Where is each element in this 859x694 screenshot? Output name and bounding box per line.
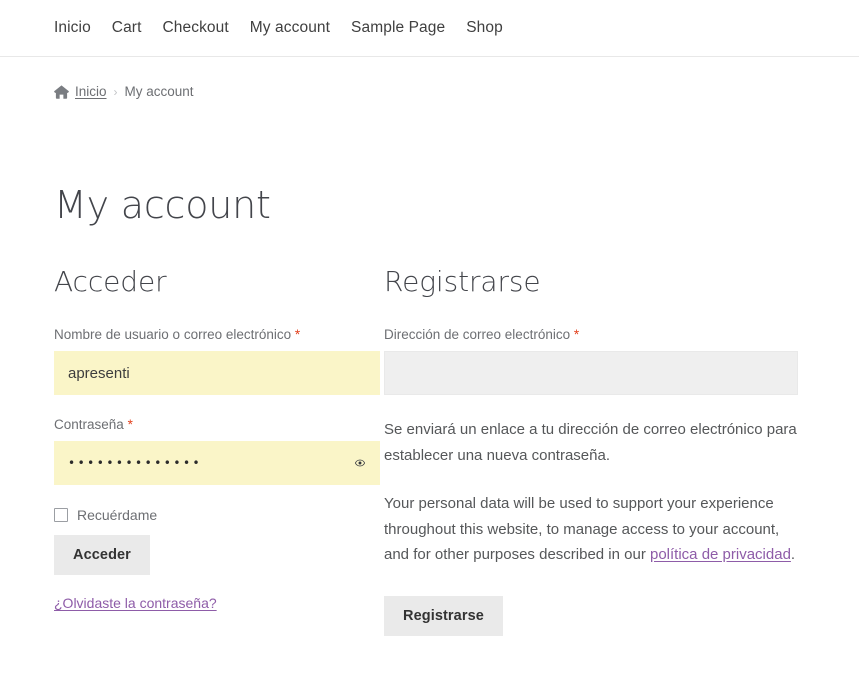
- lost-password-link[interactable]: ¿Olvidaste la contraseña?: [54, 595, 217, 611]
- reset-info-text: Se enviará un enlace a tu dirección de c…: [384, 421, 797, 464]
- nav-link-my-account[interactable]: My account: [250, 19, 351, 36]
- lost-password-row: ¿Olvidaste la contraseña?: [54, 575, 372, 613]
- home-icon[interactable]: [54, 84, 69, 99]
- nav-link-shop[interactable]: Shop: [466, 19, 524, 36]
- email-field-block: Dirección de correo electrónico *: [384, 327, 806, 396]
- password-required-marker: *: [127, 417, 133, 433]
- register-heading: Registrarse: [384, 265, 541, 298]
- register-submit-button[interactable]: Registrarse: [384, 596, 503, 637]
- password-input-wrapper: ••••••••••••••: [54, 441, 380, 486]
- page-title: My account: [54, 183, 271, 227]
- nav-item-checkout[interactable]: Checkout: [162, 19, 249, 37]
- login-section: Acceder Nombre de usuario o correo elect…: [0, 265, 380, 636]
- nav-link-sample-page[interactable]: Sample Page: [351, 19, 466, 36]
- password-input[interactable]: ••••••••••••••: [54, 441, 380, 486]
- breadcrumb-separator: ›: [113, 84, 118, 99]
- login-submit-button[interactable]: Acceder: [54, 535, 150, 576]
- username-label: Nombre de usuario o correo electrónico *: [54, 327, 372, 343]
- breadcrumb: Inicio › My account: [0, 57, 859, 99]
- breadcrumb-link-inicio[interactable]: Inicio: [75, 84, 107, 99]
- password-field-block: Contraseña * ••••••••••••••: [54, 417, 380, 486]
- nav-link-inicio[interactable]: Inicio: [54, 19, 112, 36]
- nav-item-shop[interactable]: Shop: [466, 19, 524, 37]
- username-input[interactable]: [54, 351, 380, 396]
- remember-me-checkbox[interactable]: [54, 508, 68, 523]
- site-header: Inicio Cart Checkout My account Sample P…: [0, 0, 859, 57]
- privacy-policy-link[interactable]: política de privacidad: [650, 546, 791, 563]
- account-columns: Acceder Nombre de usuario o correo elect…: [0, 224, 859, 637]
- username-field-block: Nombre de usuario o correo electrónico *: [54, 327, 380, 396]
- nav-link-cart[interactable]: Cart: [112, 19, 163, 36]
- nav-item-sample-page[interactable]: Sample Page: [351, 19, 466, 37]
- login-heading: Acceder: [54, 265, 167, 298]
- username-required-marker: *: [294, 327, 301, 342]
- email-label: Dirección de correo electrónico *: [384, 327, 806, 343]
- email-required-marker: *: [573, 327, 580, 342]
- remember-me-label[interactable]: Recuérdame: [77, 507, 157, 523]
- register-section: Registrarse Dirección de correo electrón…: [372, 265, 806, 637]
- nav-item-cart[interactable]: Cart: [112, 19, 163, 37]
- breadcrumb-current: My account: [124, 84, 194, 99]
- privacy-policy-text: Your personal data will be used to suppo…: [384, 491, 798, 568]
- password-label-text: Contraseña: [54, 417, 124, 433]
- nav-item-inicio[interactable]: Inicio: [54, 19, 112, 37]
- nav-link-checkout[interactable]: Checkout: [162, 19, 249, 36]
- email-label-text: Dirección de correo electrónico: [384, 327, 571, 342]
- nav-list: Inicio Cart Checkout My account Sample P…: [54, 19, 524, 37]
- email-input[interactable]: [384, 351, 798, 396]
- password-label: Contraseña *: [54, 417, 372, 433]
- primary-navigation: Inicio Cart Checkout My account Sample P…: [54, 19, 524, 37]
- remember-me-row[interactable]: Recuérdame: [54, 507, 372, 523]
- username-label-text: Nombre de usuario o correo electrónico: [54, 327, 292, 342]
- privacy-text-after: .: [790, 546, 796, 564]
- eye-icon[interactable]: [349, 452, 371, 474]
- nav-item-my-account[interactable]: My account: [250, 19, 351, 37]
